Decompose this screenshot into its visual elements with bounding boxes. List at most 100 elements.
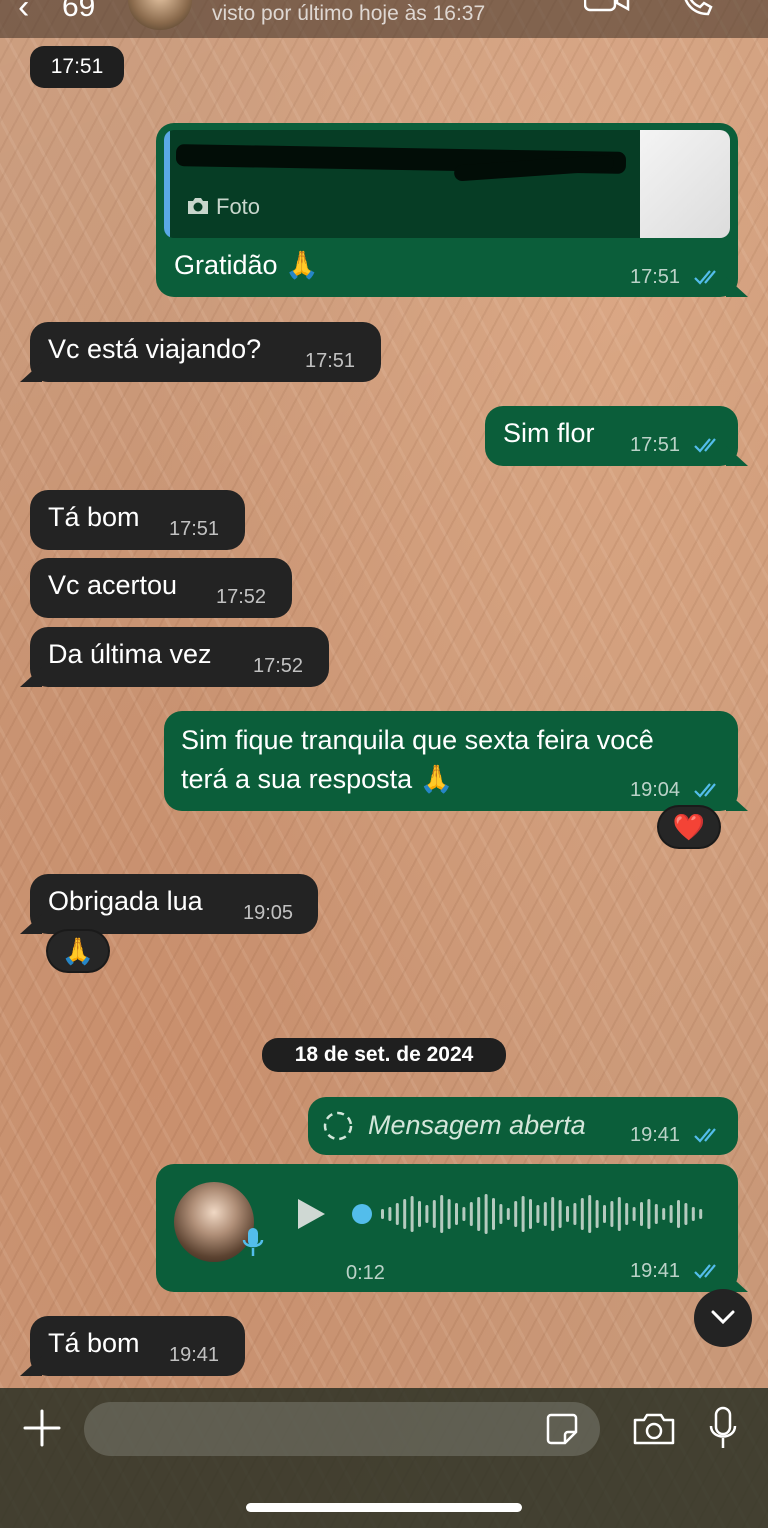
quoted-message[interactable]: Foto [164, 130, 730, 238]
incoming-message[interactable]: Vc acertou 17:52 [30, 558, 292, 618]
waveform-bar [484, 1194, 488, 1234]
outgoing-message[interactable]: Sim fique tranquila que sexta feira você… [164, 711, 738, 811]
message-time: 19:41 [630, 1124, 681, 1146]
waveform-bar [684, 1203, 688, 1225]
waveform-bar [662, 1208, 666, 1220]
incoming-message[interactable]: Tá bom 19:41 [30, 1316, 245, 1376]
waveform-bar [521, 1196, 525, 1232]
waveform-bar [543, 1202, 547, 1226]
sticker-icon[interactable] [545, 1412, 579, 1446]
waveform-bar [514, 1201, 518, 1227]
reaction-pray[interactable]: 🙏 [46, 929, 110, 973]
waveform-bar [499, 1204, 503, 1224]
microphone-icon[interactable] [708, 1406, 738, 1450]
waveform-bar [677, 1200, 680, 1228]
waveform-bar [536, 1205, 540, 1223]
message-time: 19:05 [243, 902, 294, 924]
outgoing-message[interactable]: Sim flor 17:51 [485, 406, 738, 466]
voice-message[interactable]: 0:12 19:41 [156, 1164, 738, 1292]
outgoing-message[interactable]: Foto Gratidão 🙏 17:51 [156, 123, 738, 297]
last-seen-status[interactable]: visto por último hoje às 16:37 [212, 2, 485, 26]
waveform-bar [691, 1207, 695, 1221]
voice-duration: 0:12 [346, 1262, 385, 1284]
message-input[interactable] [84, 1402, 600, 1456]
plus-icon[interactable] [22, 1408, 62, 1448]
scroll-to-bottom-button[interactable] [694, 1289, 752, 1347]
message-text: Sim flor [503, 418, 595, 448]
message-text-line-2: terá a sua resposta 🙏 [181, 764, 454, 794]
microphone-icon [242, 1228, 264, 1256]
audio-waveform[interactable] [351, 1190, 711, 1238]
message-text: Tá bom [48, 502, 140, 532]
incoming-message[interactable]: Vc está viajando? 17:51 [30, 322, 381, 382]
waveform-bar [425, 1205, 429, 1223]
waveform-bar [388, 1207, 392, 1221]
unread-count: 69 [62, 0, 96, 23]
message-time: 17:51 [630, 434, 681, 456]
read-ticks-icon [694, 783, 716, 798]
message-time: 17:52 [216, 586, 267, 608]
waveform-bar [573, 1203, 577, 1225]
waveform-bar [381, 1209, 384, 1219]
play-icon[interactable] [294, 1196, 328, 1232]
waveform-bar [469, 1202, 473, 1226]
waveform-bar [455, 1203, 458, 1225]
waveform-bar [647, 1199, 651, 1229]
waveform-bar [551, 1197, 555, 1231]
waveform-bar [625, 1203, 629, 1225]
phone-icon[interactable] [680, 0, 714, 16]
quote-thumbnail[interactable] [640, 130, 730, 238]
waveform-bar [595, 1200, 599, 1228]
waveform-bar [410, 1196, 414, 1232]
camera-icon [188, 198, 208, 214]
waveform-bar [699, 1209, 703, 1219]
quote-accent-bar [164, 130, 170, 238]
reaction-heart[interactable]: ❤️ [657, 805, 721, 849]
chevron-left-icon[interactable]: ‹ [18, 0, 48, 24]
waveform-bar [603, 1205, 606, 1223]
message-time: 19:41 [630, 1260, 681, 1282]
date-divider: 18 de set. de 2024 [262, 1038, 506, 1072]
message-text: Tá bom [48, 1328, 140, 1358]
waveform-bar [462, 1207, 466, 1221]
waveform-bar [669, 1205, 673, 1223]
waveform-bar [610, 1201, 614, 1227]
waveform-bar [580, 1198, 584, 1230]
quote-label: Foto [216, 194, 261, 219]
waveform-bar [447, 1199, 451, 1229]
home-indicator [246, 1503, 522, 1512]
incoming-message[interactable]: Obrigada lua 19:05 [30, 874, 318, 934]
waveform-bar [617, 1197, 621, 1231]
message-text: Vc está viajando? [48, 334, 262, 364]
message-time: 19:41 [169, 1344, 220, 1366]
waveform-bar [588, 1195, 592, 1233]
playback-position [352, 1204, 372, 1224]
waveform-bar [654, 1204, 658, 1224]
message-text: Da última vez [48, 639, 212, 669]
message-time: 19:04 [630, 779, 681, 801]
waveform-bar [432, 1200, 436, 1228]
waveform-bar [632, 1207, 636, 1221]
video-camera-icon[interactable] [584, 0, 630, 12]
incoming-message[interactable]: Tá bom 17:51 [30, 490, 245, 550]
message-time: 17:51 [169, 518, 220, 540]
waveform-bar [477, 1197, 481, 1231]
message-text: Obrigada lua [48, 886, 203, 916]
read-ticks-icon [694, 270, 716, 285]
camera-icon[interactable] [632, 1412, 676, 1446]
waveform-bar [566, 1206, 569, 1222]
waveform-bar [506, 1208, 510, 1220]
waveform-bar [395, 1203, 399, 1225]
message-text: Vc acertou [48, 570, 178, 600]
incoming-message[interactable]: Da última vez 17:52 [30, 627, 329, 687]
read-ticks-icon [694, 1264, 716, 1279]
read-ticks-icon [694, 1128, 716, 1143]
waveform-bar [403, 1199, 407, 1229]
message-time: 17:51 [305, 350, 356, 372]
message-time: 17:51 [630, 266, 681, 288]
waveform-bar [558, 1200, 562, 1228]
waveform-bar [529, 1199, 532, 1229]
outgoing-message[interactable]: Mensagem aberta 19:41 [308, 1097, 738, 1155]
message-text: Mensagem aberta [368, 1110, 586, 1140]
waveform-bar [418, 1201, 421, 1227]
